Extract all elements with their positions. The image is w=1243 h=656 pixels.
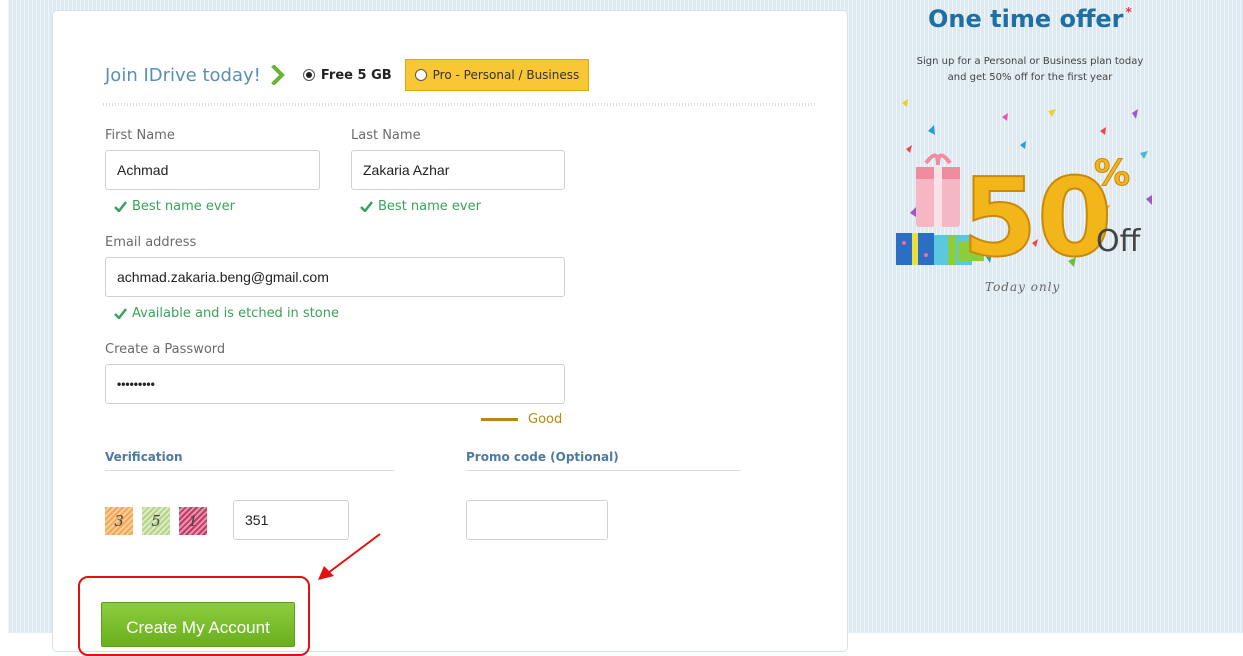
plan-free-option[interactable]: Free 5 GB	[302, 67, 392, 83]
offer-badge-off: Off	[1096, 224, 1142, 259]
email-msg: Available and is etched in stone	[132, 306, 339, 321]
offer-subtitle-line: and get 50% off for the first year	[947, 72, 1113, 83]
last-name-field[interactable]: Zakaria Azhar	[351, 150, 565, 190]
offer-subtitle: Sign up for a Personal or Business plan …	[890, 54, 1170, 86]
signup-form-card	[52, 10, 848, 652]
last-name-validation: Best name ever	[360, 199, 481, 214]
divider	[103, 103, 817, 106]
plan-pro-option[interactable]: Pro - Personal / Business	[404, 59, 590, 91]
plan-selector-row: Join IDrive today! Free 5 GB Pro - Perso…	[105, 58, 590, 92]
radio-selected-icon[interactable]	[302, 69, 315, 81]
captcha-digit: 3	[105, 507, 133, 535]
plan-free-label: Free 5 GB	[320, 67, 392, 83]
email-field[interactable]: achmad.zakaria.beng@gmail.com	[105, 257, 565, 297]
checkmark-icon	[360, 201, 373, 212]
offer-title: One time offer *	[928, 5, 1132, 33]
offer-badge-number: 50	[962, 156, 1112, 281]
email-validation: Available and is etched in stone	[114, 306, 339, 321]
promo-heading: Promo code (Optional)	[466, 450, 741, 471]
first-name-msg: Best name ever	[132, 199, 235, 214]
password-field[interactable]: •••••••••	[105, 364, 565, 404]
offer-asterisk: *	[1125, 5, 1132, 19]
plan-pro-label: Pro - Personal / Business	[432, 68, 580, 82]
offer-subtitle-line: Sign up for a Personal or Business plan …	[916, 56, 1144, 67]
highlight-annotation	[78, 576, 310, 656]
email-label: Email address	[105, 235, 197, 250]
radio-unselected-icon[interactable]	[414, 69, 427, 81]
last-name-label: Last Name	[351, 128, 421, 143]
arrow-annotation	[318, 533, 381, 580]
chevron-right-icon	[271, 65, 285, 85]
password-strength-label: Good	[528, 412, 563, 427]
password-strength: Good	[481, 412, 562, 427]
last-name-msg: Best name ever	[378, 199, 481, 214]
password-strength-bar	[481, 418, 518, 421]
first-name-field[interactable]: Achmad	[105, 150, 320, 190]
offer-title-text: One time offer	[928, 5, 1124, 33]
captcha-digit: 1	[179, 507, 207, 535]
password-label: Create a Password	[105, 342, 226, 357]
today-only-label: Today only	[985, 280, 1061, 294]
first-name-validation: Best name ever	[114, 199, 235, 214]
fifty-percent-off-graphic: 50 % Off	[896, 99, 1152, 282]
offer-badge-percent: %	[1094, 153, 1130, 194]
captcha-image: 3 5 1	[105, 507, 216, 535]
promo-code-input[interactable]	[466, 500, 608, 540]
checkmark-icon	[114, 201, 127, 212]
join-title: Join IDrive today!	[105, 64, 261, 86]
captcha-digit: 5	[142, 507, 170, 535]
first-name-label: First Name	[105, 128, 175, 143]
verification-heading: Verification	[105, 450, 394, 471]
checkmark-icon	[114, 308, 127, 319]
